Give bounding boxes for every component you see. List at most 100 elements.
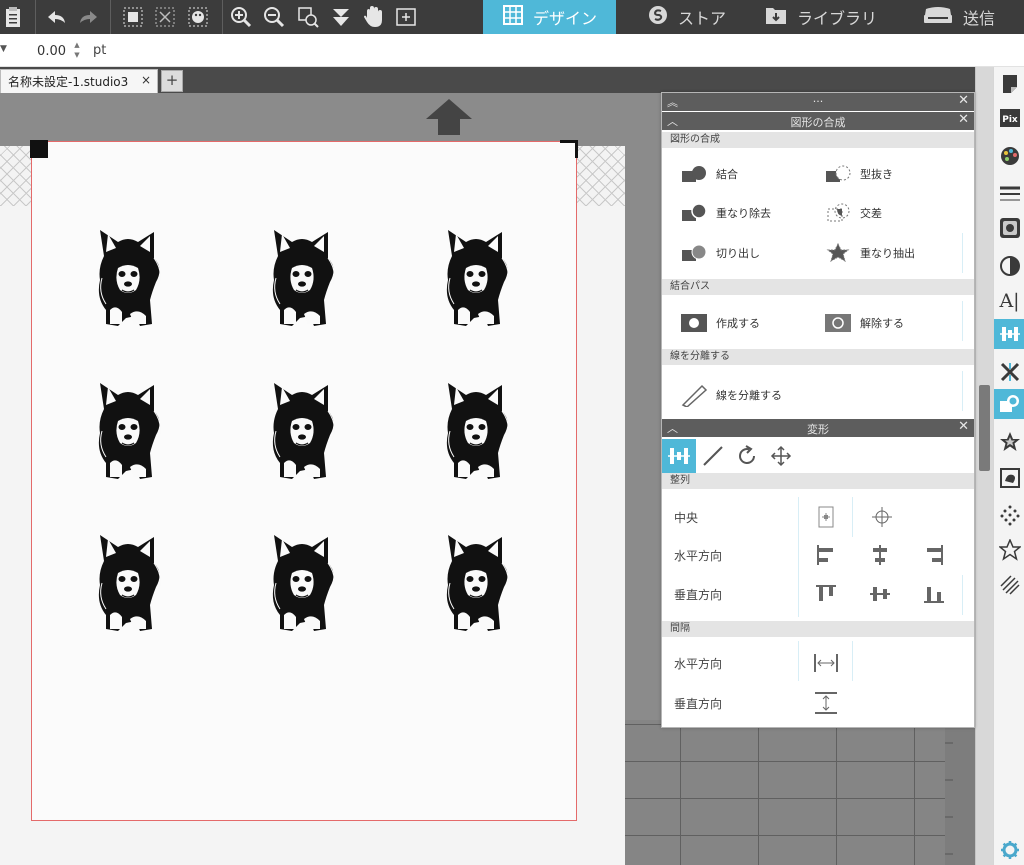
zoom-fit-icon[interactable] [295, 4, 321, 30]
add-page-icon[interactable] [393, 4, 419, 30]
weld-button[interactable]: 結合 [680, 164, 738, 184]
page-setup-icon[interactable] [994, 69, 1024, 99]
replicate-icon[interactable] [994, 357, 1024, 387]
line-width-input[interactable] [20, 41, 66, 61]
fill-color-palette-icon[interactable] [994, 141, 1024, 171]
trace-icon[interactable] [994, 463, 1024, 493]
chihuahua-illustration[interactable] [266, 228, 338, 328]
sketch-hatch-icon[interactable] [994, 570, 1024, 600]
pixscan-icon[interactable]: Pix [994, 103, 1024, 133]
scroll-up-arrow-icon[interactable] [424, 97, 474, 137]
main-toolbar: デザイン ストア ライブラリ 送信 [0, 0, 1024, 34]
zoom-in-icon[interactable] [228, 4, 254, 30]
align-left-button[interactable] [812, 542, 840, 568]
divide-label: 切り出し [716, 247, 760, 260]
release-compound-path-icon [825, 314, 851, 332]
tab-store[interactable]: ストア [628, 0, 750, 34]
chihuahua-illustration[interactable] [266, 533, 338, 633]
chihuahua-illustration[interactable] [92, 381, 164, 481]
space-horizontal-icon [814, 654, 838, 672]
section-compound-shapes: 図形の合成 [662, 132, 974, 148]
panel-grip[interactable]: ··· [662, 95, 974, 108]
close-stack-icon[interactable]: ✕ [958, 93, 969, 108]
close-panel-icon[interactable]: ✕ [958, 112, 969, 127]
tab-move[interactable] [764, 439, 798, 473]
chihuahua-illustration[interactable] [440, 381, 512, 481]
move-down-icon[interactable] [328, 4, 354, 30]
subtract-all-icon [682, 203, 707, 221]
ungroup-icon[interactable] [152, 4, 178, 30]
document-tab[interactable]: 名称未設定-1.studio3 × [0, 69, 158, 93]
chihuahua-illustration[interactable] [92, 228, 164, 328]
rotate-icon [739, 445, 755, 464]
panel-divider [962, 233, 963, 273]
line-style-icon[interactable] [994, 179, 1024, 209]
line-width-stepper[interactable]: ▲ ▼ [72, 40, 82, 60]
close-transform-icon[interactable]: ✕ [958, 419, 969, 434]
redo-icon[interactable] [76, 4, 102, 30]
tab-rotate[interactable] [730, 439, 764, 473]
modify-panel-header[interactable]: ︿ 図形の合成 ✕ [662, 112, 974, 130]
toolbar-divider [35, 0, 36, 34]
transform-panel-header[interactable]: ︿ 変形 ✕ [662, 419, 974, 437]
palette-select-icon[interactable] [185, 4, 211, 30]
align-bottom-icon [924, 587, 944, 603]
intersect-button[interactable]: 交差 [824, 203, 882, 223]
vertical-scrollbar[interactable] [975, 67, 993, 865]
clipboard-icon[interactable] [0, 4, 26, 30]
fill-pattern-icon[interactable] [994, 213, 1024, 243]
align-right-button[interactable] [920, 542, 948, 568]
make-compound-path-button[interactable]: 作成する [680, 313, 760, 333]
tab-design-label: デザイン [533, 9, 598, 28]
modify-shapes-icon[interactable] [994, 389, 1024, 419]
space-vertical-button[interactable] [812, 690, 840, 716]
document-tab-close-button[interactable]: × [141, 73, 151, 87]
scrollbar-thumb[interactable] [979, 385, 990, 471]
chihuahua-illustration[interactable] [440, 228, 512, 328]
dropdown-arrow-icon[interactable]: ▼ [0, 44, 7, 54]
subtract-all-button[interactable]: 重なり除去 [680, 203, 771, 223]
zoom-out-icon[interactable] [261, 4, 287, 30]
subtract-button[interactable]: 型抜き [824, 164, 893, 184]
panel-stack-header[interactable]: ︽ ··· ✕ [662, 93, 974, 111]
chihuahua-illustration[interactable] [92, 533, 164, 633]
make-compound-path-icon [681, 314, 707, 332]
tab-design[interactable]: デザイン [483, 0, 616, 34]
release-compound-path-button[interactable]: 解除する [824, 313, 904, 333]
hand-pan-icon[interactable] [360, 4, 386, 30]
align-top-button[interactable] [812, 581, 840, 607]
split-line-button[interactable]: 線を分離する [680, 383, 782, 407]
crop-button[interactable]: 重なり抽出 [824, 243, 915, 263]
undo-icon[interactable] [43, 4, 69, 30]
align-center-horizontal-button[interactable] [866, 542, 894, 568]
tab-store-label: ストア [678, 9, 727, 28]
right-panel-bar: Pix A| [993, 67, 1024, 865]
cutting-mat-grid [625, 720, 945, 865]
star-outline-icon[interactable] [994, 535, 1024, 565]
tab-library[interactable]: ライブラリ [745, 0, 905, 34]
group-icon[interactable] [120, 4, 146, 30]
gradient-fill-icon[interactable] [994, 251, 1024, 281]
space-horizontal-label: 水平方向 [674, 657, 723, 671]
tab-scale[interactable] [696, 439, 730, 473]
print-and-cut-dots-icon[interactable] [994, 500, 1024, 530]
align-middle-button[interactable] [866, 581, 894, 607]
offset-star-icon[interactable] [994, 427, 1024, 457]
chihuahua-illustration[interactable] [440, 533, 512, 633]
align-bottom-button[interactable] [920, 581, 948, 607]
center-crosshair-button[interactable] [868, 504, 896, 530]
space-horizontal-button[interactable] [812, 650, 840, 676]
tab-align[interactable] [662, 439, 696, 473]
unit-label: pt [93, 43, 107, 58]
tab-send-label: 送信 [963, 9, 996, 28]
align-middle-icon [870, 587, 890, 601]
text-tool-icon[interactable]: A| [994, 286, 1024, 316]
center-align-button[interactable] [812, 504, 840, 530]
chihuahua-illustration[interactable] [266, 381, 338, 481]
divide-button[interactable]: 切り出し [680, 243, 760, 263]
tab-send[interactable]: 送信 [903, 0, 1024, 34]
add-tab-button[interactable]: + [161, 70, 183, 92]
split-line-label: 線を分離する [716, 389, 782, 402]
settings-gear-icon[interactable] [994, 835, 1024, 865]
transform-align-icon[interactable] [994, 319, 1024, 349]
